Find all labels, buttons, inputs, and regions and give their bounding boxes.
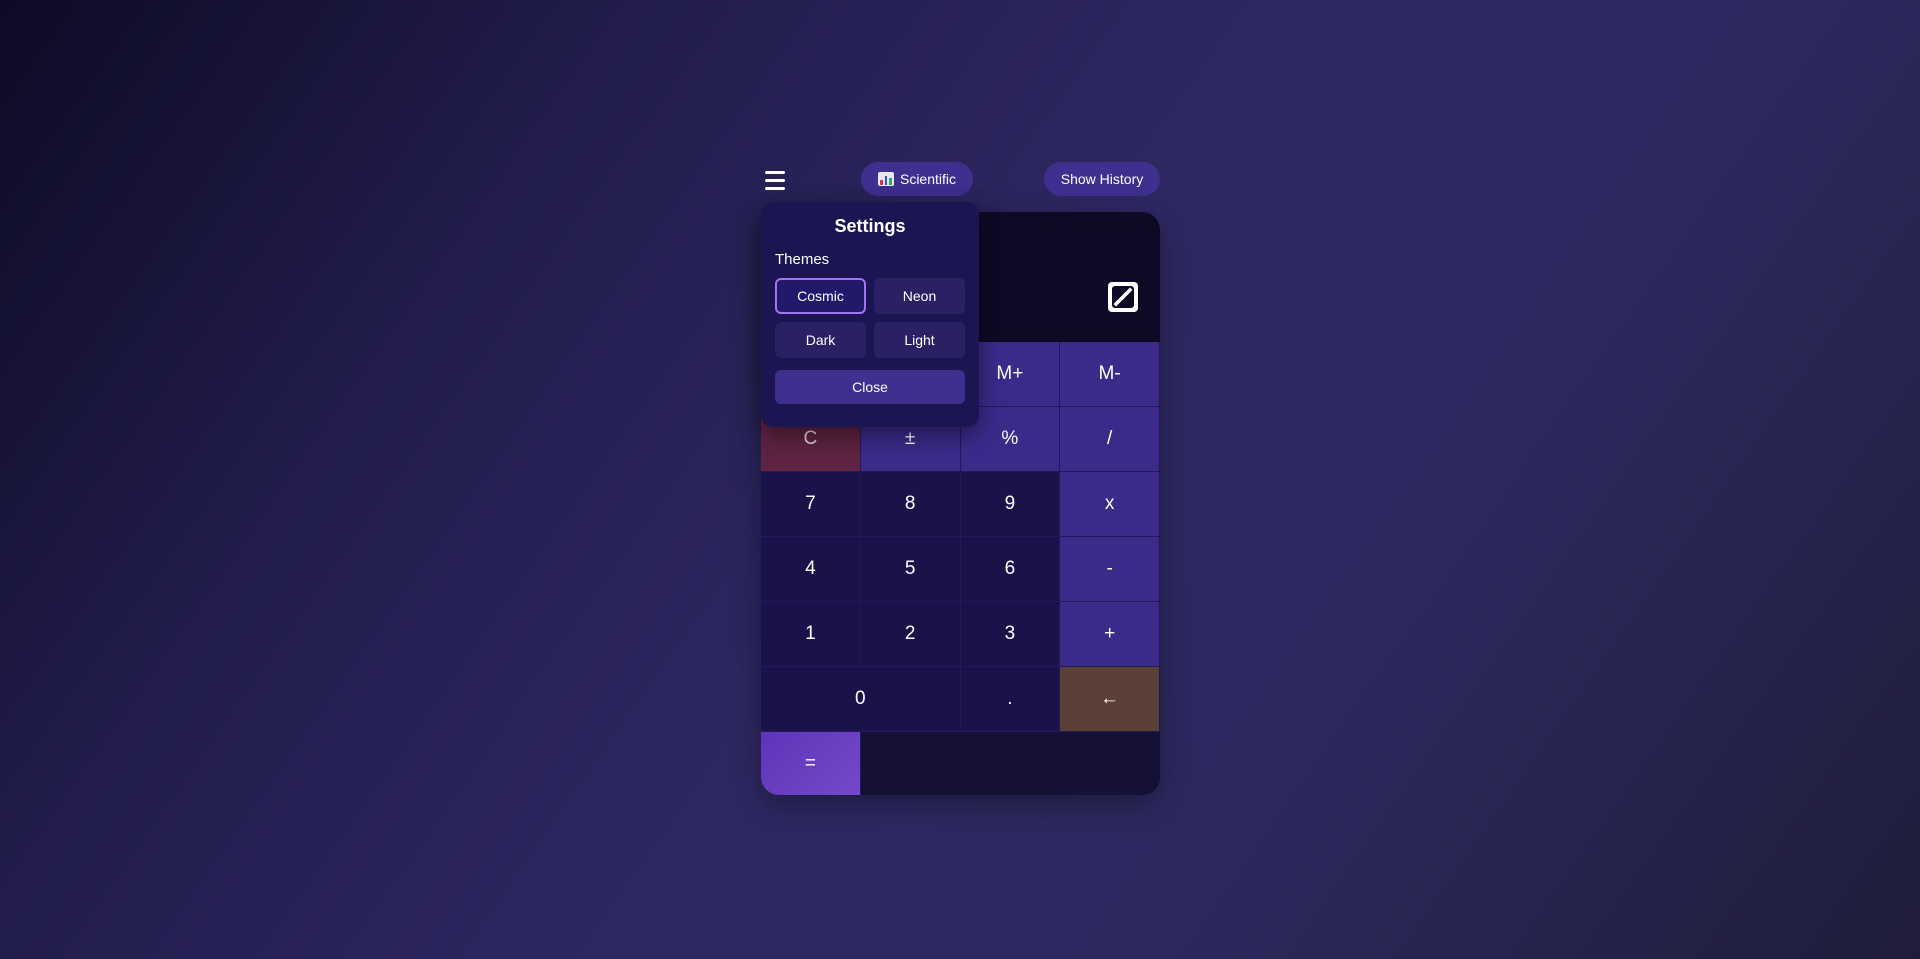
key-9[interactable]: 9 (960, 472, 1061, 537)
multiply-key[interactable]: x (1060, 472, 1160, 537)
backspace-key[interactable]: ← (1060, 667, 1160, 732)
key-2[interactable]: 2 (860, 602, 961, 667)
themes-label: Themes (775, 251, 830, 268)
divide-key[interactable]: / (1060, 407, 1160, 472)
bar-chart-icon (877, 172, 894, 186)
theme-options: Cosmic Neon Dark Light (775, 278, 965, 358)
decimal-key[interactable]: . (960, 667, 1061, 732)
scientific-mode-label: Scientific (899, 171, 957, 187)
key-5[interactable]: 5 (860, 537, 961, 602)
key-8[interactable]: 8 (860, 472, 961, 537)
scientific-mode-button[interactable]: Scientific (861, 162, 973, 196)
settings-panel: Settings Themes Cosmic Neon Dark Light C… (761, 202, 979, 427)
key-6[interactable]: 6 (960, 537, 1061, 602)
key-7[interactable]: 7 (761, 472, 861, 537)
close-settings-button[interactable]: Close (775, 370, 965, 404)
key-4[interactable]: 4 (761, 537, 861, 602)
key-3[interactable]: 3 (960, 602, 1061, 667)
theme-light-button[interactable]: Light (874, 322, 965, 358)
theme-toggle-icon[interactable] (1108, 282, 1138, 312)
theme-neon-button[interactable]: Neon (874, 278, 965, 314)
key-1[interactable]: 1 (761, 602, 861, 667)
subtract-key[interactable]: - (1060, 537, 1160, 602)
key-0[interactable]: 0 (761, 667, 961, 732)
add-key[interactable]: + (1060, 602, 1160, 667)
settings-title: Settings (834, 216, 906, 236)
keypad-filler (860, 732, 1160, 795)
show-history-button[interactable]: Show History (1044, 162, 1160, 196)
theme-dark-button[interactable]: Dark (775, 322, 866, 358)
theme-cosmic-button[interactable]: Cosmic (775, 278, 866, 314)
hamburger-icon[interactable] (761, 166, 789, 194)
equals-key[interactable]: = (761, 732, 861, 795)
m-minus-key[interactable]: M- (1060, 342, 1160, 407)
